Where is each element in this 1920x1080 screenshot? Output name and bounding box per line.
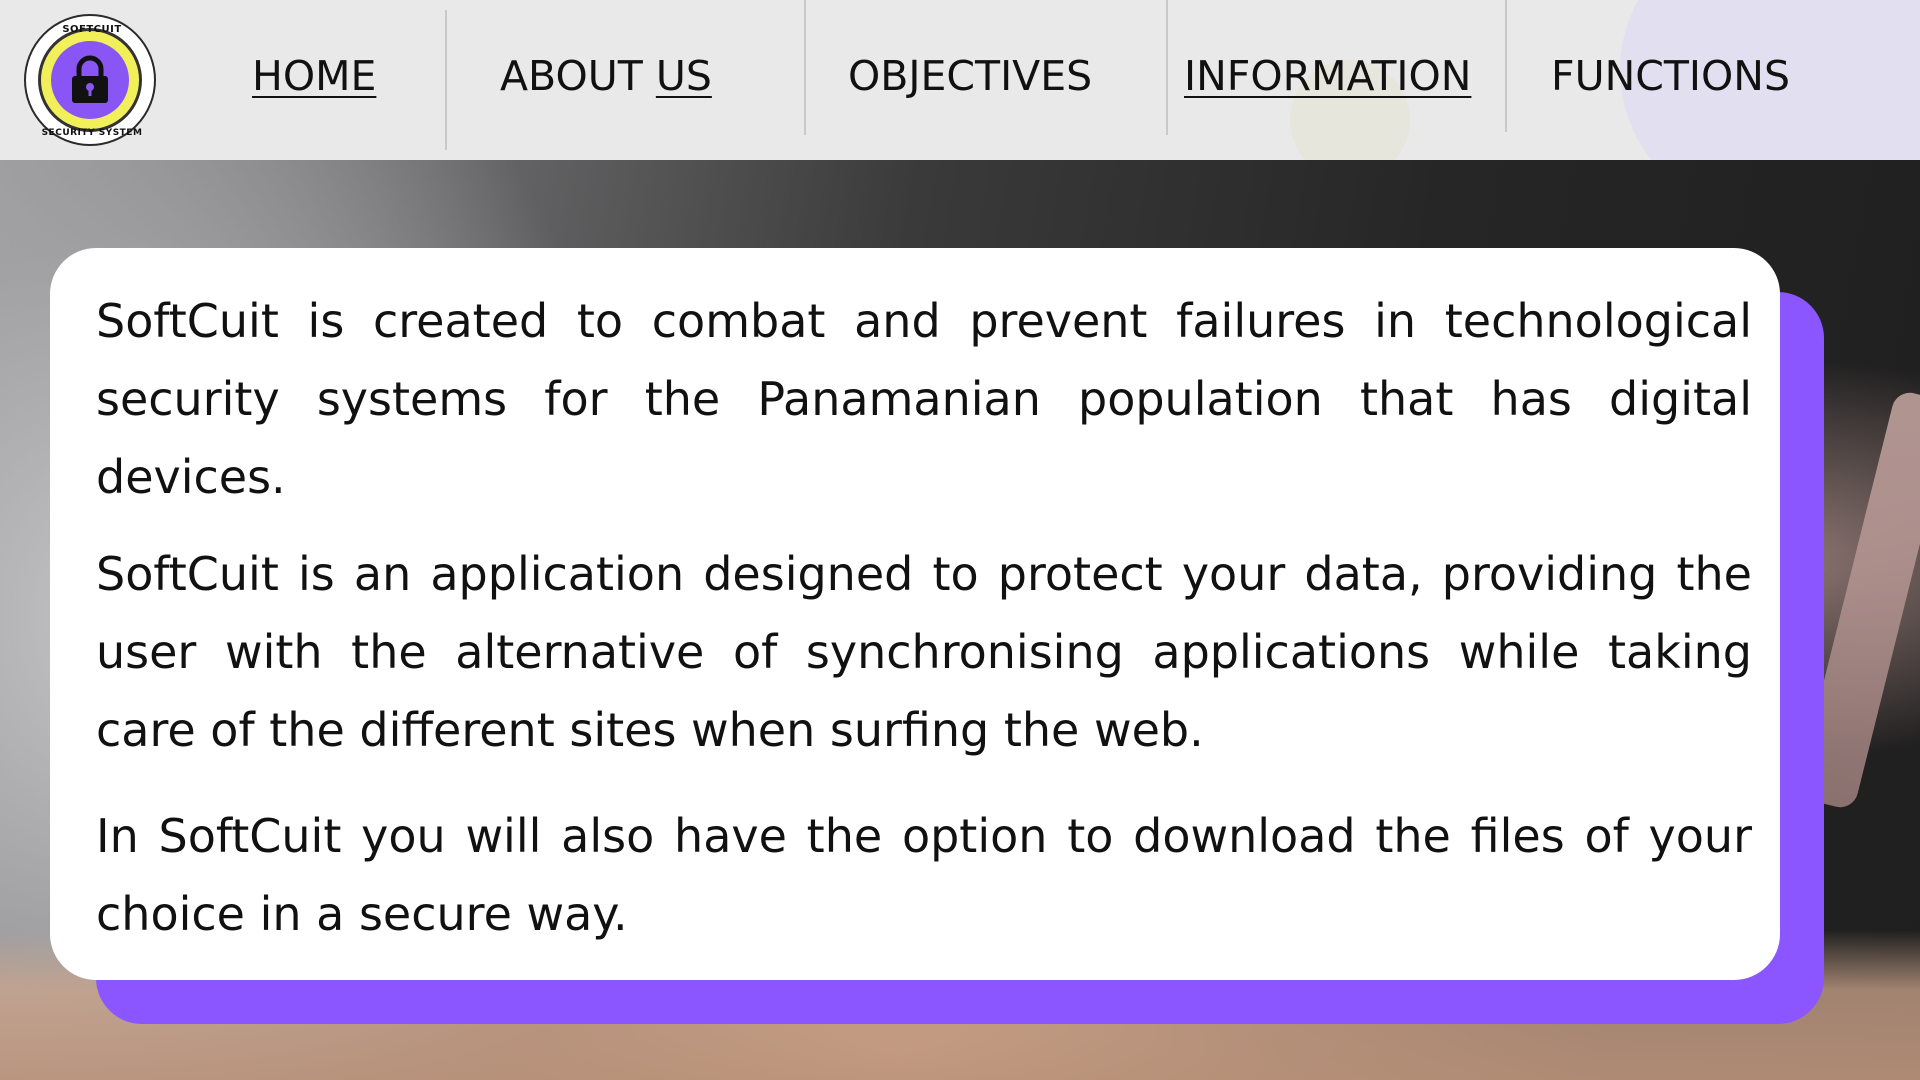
nav-divider — [445, 10, 447, 150]
nav-home-label: HOME — [252, 52, 377, 100]
logo-brand-text: SOFTCUIT — [62, 24, 122, 35]
nav-functions[interactable]: FUNCTIONS — [1551, 52, 1790, 108]
logo-inner-circle — [51, 41, 129, 119]
nav-home[interactable]: HOME — [252, 52, 376, 108]
info-paragraph: SoftCuit is an application designed to p… — [96, 547, 1752, 757]
nav-functions-label: FUNCTIONS — [1551, 52, 1790, 100]
softcuit-logo[interactable]: SOFTCUIT SECURITY SYSTEM — [24, 14, 156, 146]
information-card: SoftCuit is created to combat and preven… — [50, 248, 1780, 980]
main-nav: HOME ABOUT US OBJECTIVES INFORMATION FUN… — [200, 0, 1840, 160]
padlock-icon — [72, 55, 108, 103]
nav-about-label-part1: ABOUT — [500, 52, 656, 100]
nav-objectives-label: OBJECTIVES — [848, 52, 1093, 100]
info-paragraph: In SoftCuit you will also have the optio… — [96, 809, 1752, 941]
logo-ring — [38, 28, 142, 132]
top-navigation-bar: SOFTCUIT SECURITY SYSTEM HOME ABOUT US O… — [0, 0, 1920, 160]
nav-divider — [1505, 0, 1507, 132]
logo-tagline-text: SECURITY SYSTEM — [41, 128, 143, 138]
info-paragraph: SoftCuit is created to combat and preven… — [96, 294, 1752, 504]
nav-objectives[interactable]: OBJECTIVES — [848, 52, 1092, 108]
nav-about-label-part2: US — [655, 52, 712, 100]
nav-divider — [804, 0, 806, 135]
nav-about-us[interactable]: ABOUT US — [500, 52, 712, 108]
nav-divider — [1166, 0, 1168, 135]
nav-information[interactable]: INFORMATION — [1184, 52, 1471, 108]
nav-information-label: INFORMATION — [1184, 52, 1472, 100]
